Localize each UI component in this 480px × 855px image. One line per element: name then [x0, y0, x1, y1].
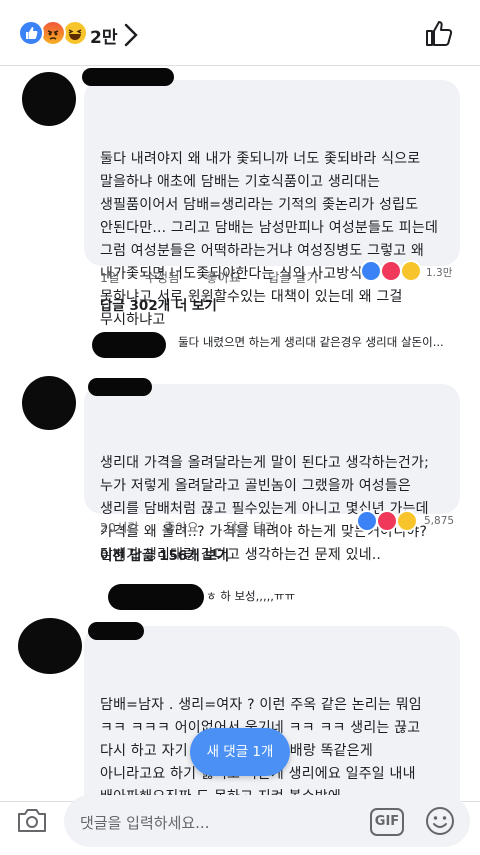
commenter-name-redacted[interactable]	[88, 378, 152, 396]
chevron-right-icon[interactable]	[123, 22, 139, 48]
reaction-count: 1.3만	[426, 267, 453, 279]
reaction-count: 2만	[90, 28, 118, 48]
comment-bubble[interactable]: 생리대 가격을 올려달라는게 말이 된다고 생각하는건가; 누가 저렇게 올려달…	[84, 378, 460, 563]
comment-reactions[interactable]: 1.3만	[360, 260, 460, 286]
new-comments-button[interactable]: 새 댓글 1개	[190, 728, 290, 776]
emoji-icon[interactable]	[424, 805, 456, 837]
wow-icon	[400, 260, 422, 282]
comment-reactions[interactable]: 5,875	[356, 510, 460, 536]
comment-time: 1일	[100, 270, 120, 285]
comment-bubble[interactable]: 둘다 내려야지 왜 내가 좇되니까 너도 좇되바라 식으로 말을하냐 애초에 담…	[82, 68, 460, 328]
comment-time: 20시간	[100, 520, 139, 535]
avatar[interactable]	[18, 618, 82, 674]
reply-link[interactable]: 답글 달기	[226, 517, 276, 536]
comment-placeholder: 댓글을 입력하세요...	[80, 814, 210, 832]
like-link[interactable]: 좋아요	[206, 267, 241, 286]
gif-button[interactable]: GIF	[370, 808, 404, 836]
like-icon	[360, 260, 382, 282]
commenter-name-redacted[interactable]	[88, 622, 144, 640]
reply-preview[interactable]: ㅎ 하 보성,,,,,ㅠㅠ	[206, 588, 295, 604]
reply-avatar-redacted	[108, 584, 204, 610]
avatar[interactable]	[22, 376, 76, 430]
reply-avatar-redacted	[92, 332, 166, 358]
edited-label: 수정됨	[145, 270, 180, 285]
like-icon	[356, 510, 378, 532]
wow-icon	[396, 510, 418, 532]
comment-actions: 1일 수정됨 좋아요 답글 달기	[100, 267, 350, 285]
avatar[interactable]	[22, 72, 76, 126]
like-link[interactable]: 좋아요	[164, 517, 199, 536]
like-icon	[18, 20, 44, 46]
view-more-replies[interactable]: 답글 302개 더 보기	[100, 294, 217, 314]
commenter-name-redacted[interactable]	[82, 68, 174, 86]
reply-preview[interactable]: 둘다 내렸으면 하는게 생리대 같은경우 생리대 살돈이...	[178, 334, 444, 350]
reply-link[interactable]: 답글 달기	[268, 267, 318, 286]
love-icon	[376, 510, 398, 532]
camera-icon[interactable]	[16, 806, 48, 834]
reactions-header[interactable]: 2만	[0, 0, 480, 66]
reaction-count: 5,875	[424, 515, 455, 527]
comment-feed[interactable]: 둘다 내려야지 왜 내가 좇되니까 너도 좇되바라 식으로 말을하냐 애초에 담…	[0, 66, 480, 801]
view-previous-replies[interactable]: 이전 답글 156개 보기	[100, 544, 229, 564]
comment-actions: 20시간 좋아요 답글 달기	[100, 517, 350, 535]
thumbs-up-outline-icon[interactable]	[424, 18, 454, 48]
love-icon	[380, 260, 402, 282]
